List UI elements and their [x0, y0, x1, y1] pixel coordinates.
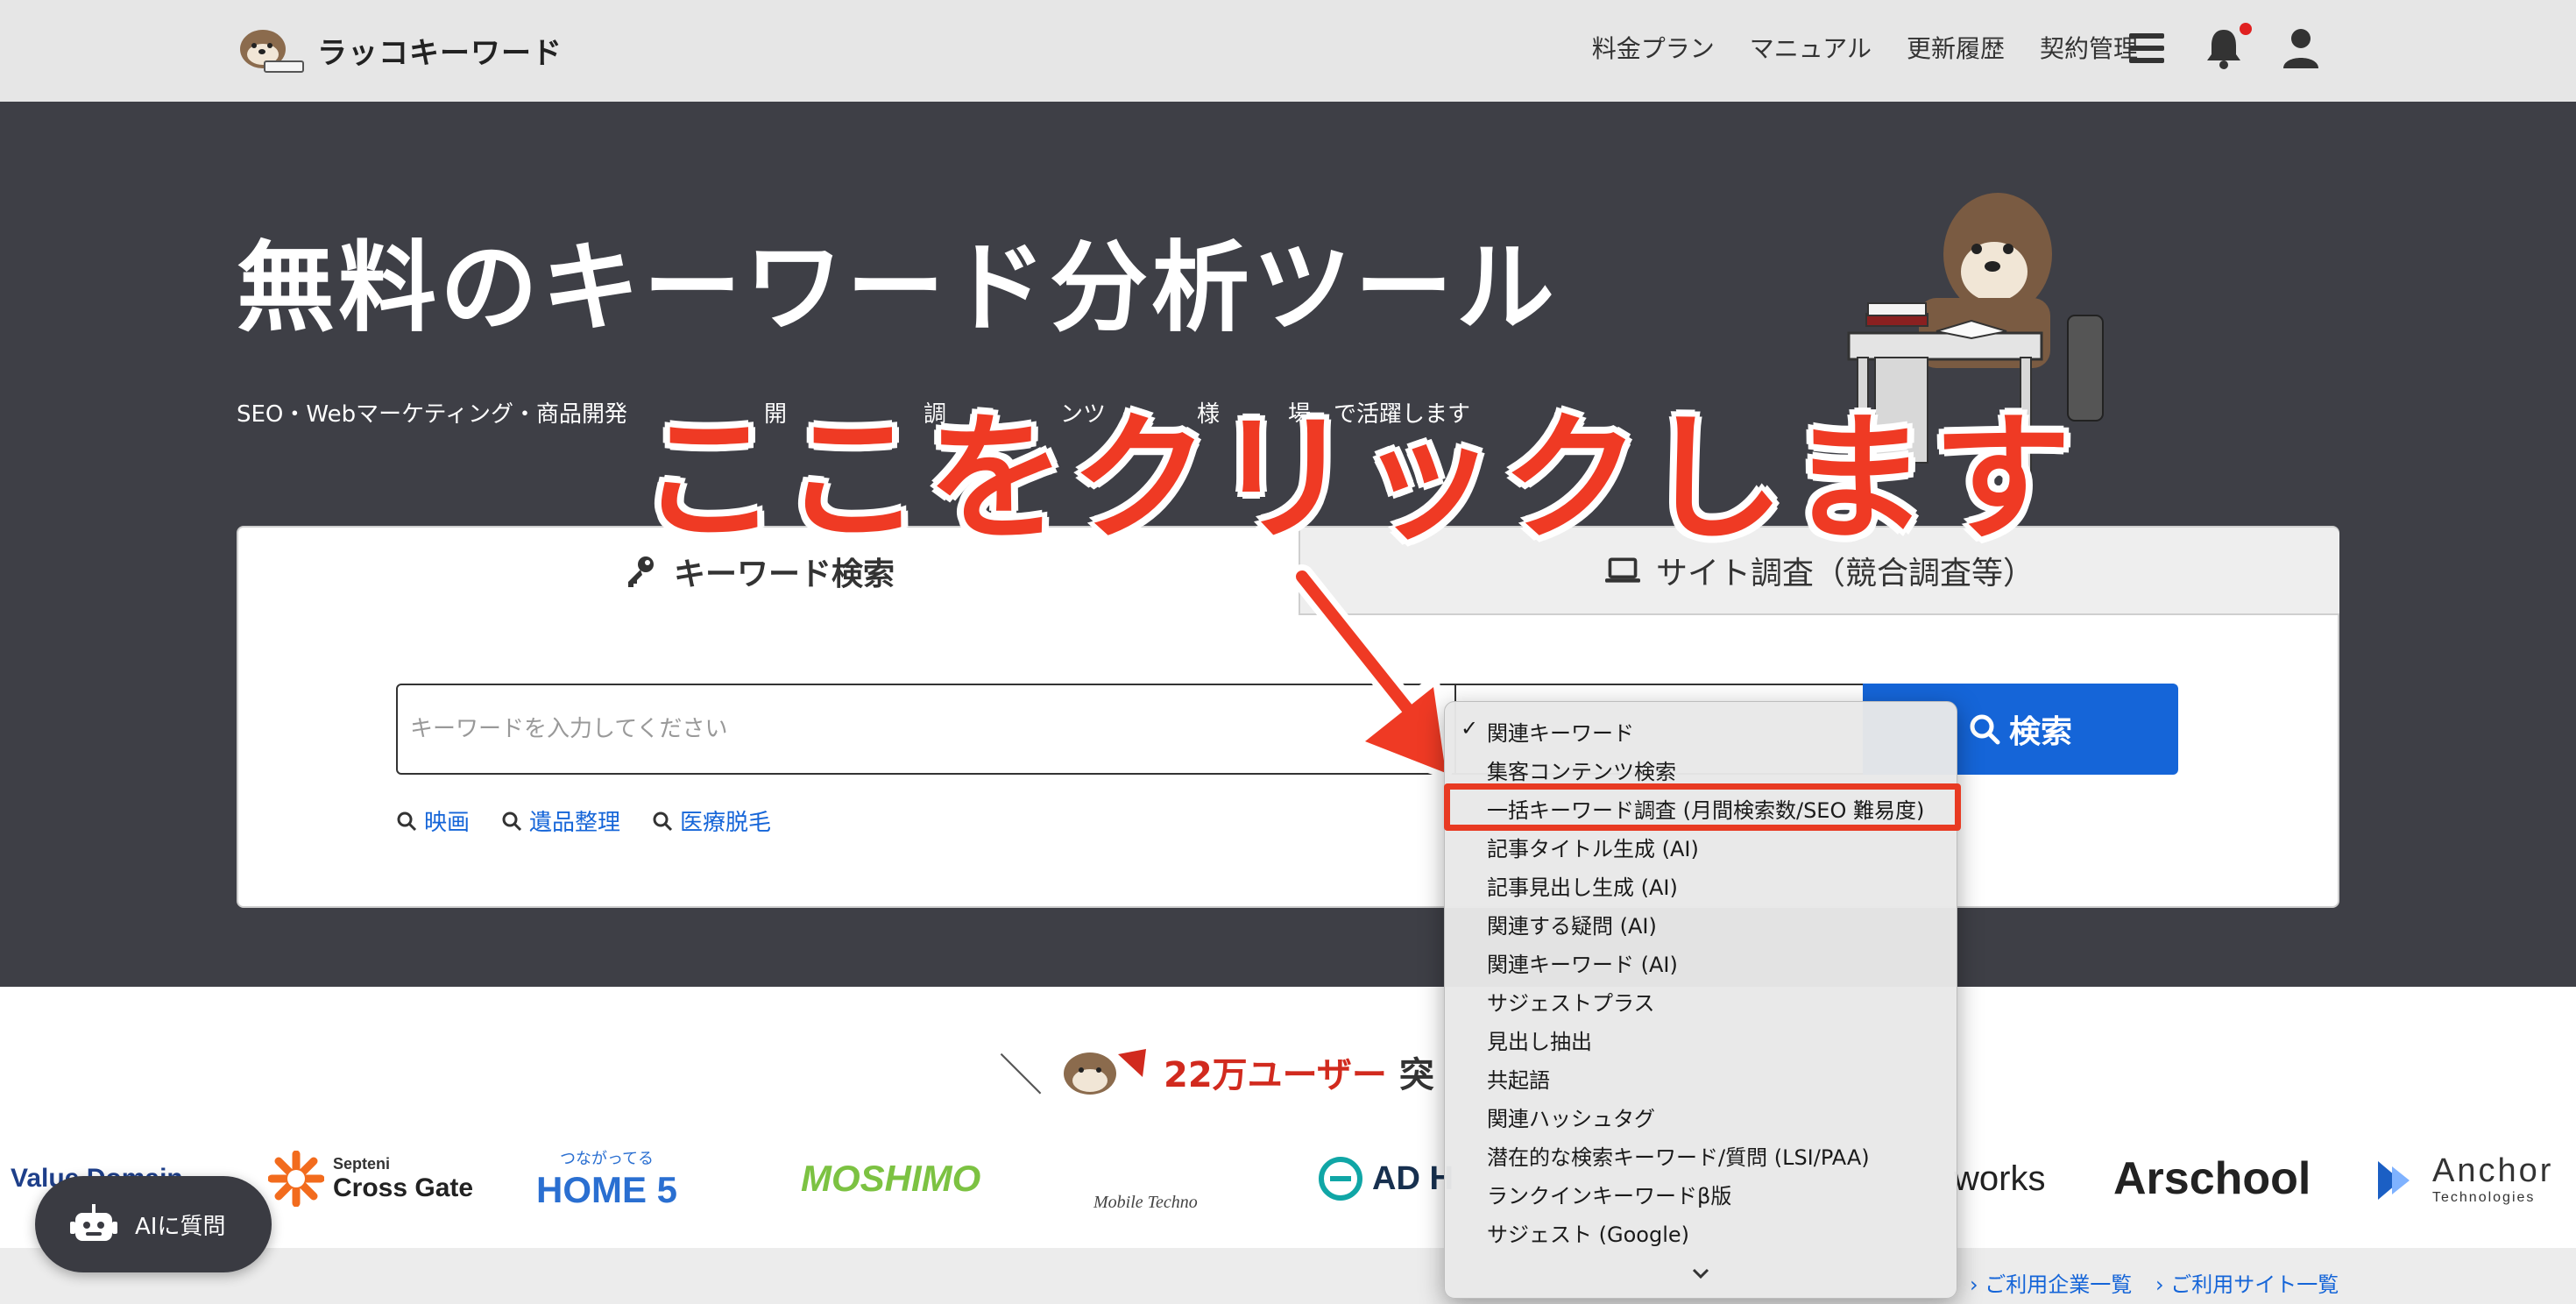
nav-pricing[interactable]: 料金プラン [1592, 30, 1715, 65]
top-nav: 料金プラン マニュアル 更新履歴 契約管理 [1592, 30, 2138, 65]
hamburger-menu-icon[interactable] [2129, 33, 2164, 65]
company-logo: works [1954, 1130, 2045, 1227]
company-logo: MOSHIMO [801, 1130, 980, 1227]
company-subname: Technologies [2432, 1189, 2536, 1205]
dropdown-option[interactable]: サジェスト (Google) [1487, 1217, 1689, 1248]
septeni-mark-icon [268, 1151, 324, 1207]
nav-contract[interactable]: 契約管理 [2040, 30, 2138, 65]
user-count: 22万ユーザー [1164, 1055, 1387, 1095]
company-name: AD H [1372, 1159, 1454, 1197]
checkmark-icon: ✓ [1461, 716, 1479, 741]
company-name: Mobile Techno [1093, 1192, 1198, 1212]
company-logo: Mobile Techno [1093, 1130, 1198, 1227]
company-subname: Septeni [333, 1154, 391, 1173]
top-bar: ラッコキーワード 料金プラン マニュアル 更新履歴 契約管理 [0, 0, 2576, 102]
anchor-mark-icon [2378, 1161, 2410, 1200]
ai-question-label: AIに質問 [135, 1213, 226, 1240]
suggestion-link[interactable]: 医療脱毛 [652, 804, 771, 837]
dropdown-option[interactable]: 記事タイトル生成 (AI) [1487, 832, 1699, 862]
search-button-label: 検索 [2008, 714, 2072, 750]
company-name: Cross Gate [333, 1173, 474, 1202]
otter-mascot-icon [1064, 1049, 1146, 1095]
search-icon [653, 811, 673, 831]
keyword-suggestions: 映画 遺品整理 医療脱毛 [396, 804, 771, 837]
banner-slash: ＼ [999, 1050, 1043, 1101]
dropdown-option[interactable]: 集客コンテンツ検索 [1487, 755, 1676, 785]
company-name: Anchor [2432, 1152, 2554, 1189]
link-client-companies[interactable]: › ご利用企業一覧 [1970, 1267, 2132, 1298]
user-account-icon[interactable] [2282, 26, 2320, 70]
dropdown-option[interactable]: サジェストプラス [1487, 986, 1655, 1017]
dropdown-option[interactable]: 関連キーワード (AI) [1487, 947, 1678, 978]
suggestion-link[interactable]: 映画 [396, 804, 470, 837]
site-logo[interactable]: ラッコキーワード [233, 21, 563, 79]
dropdown-option[interactable]: 潜在的な検索キーワード/質問 (LSI/PAA) [1487, 1140, 1870, 1171]
dropdown-option[interactable]: 関連キーワード [1487, 716, 1634, 747]
suggestion-label: 医療脱毛 [680, 810, 772, 836]
link-client-sites-label: ご利用サイト一覧 [2170, 1272, 2339, 1297]
company-logo: Septeni Cross Gate [268, 1130, 473, 1227]
suggestion-label: 遺品整理 [529, 810, 621, 836]
company-logo: Anchor Technologies [2374, 1130, 2553, 1227]
company-name: works [1954, 1159, 2046, 1198]
notification-dot [2240, 23, 2252, 35]
nav-changelog[interactable]: 更新履歴 [1907, 30, 2005, 65]
search-icon [397, 811, 417, 831]
dropdown-option[interactable]: 関連ハッシュタグ [1487, 1102, 1655, 1132]
company-logo: Arschool [2113, 1130, 2311, 1227]
hero-title: 無料のキーワード分析ツール [237, 231, 1558, 345]
dropdown-option[interactable]: 関連する疑問 (AI) [1487, 909, 1657, 939]
company-logo: つながってる HOME 5 [536, 1130, 677, 1227]
company-name: HOME 5 [536, 1169, 678, 1210]
otter-mascot-icon [240, 30, 304, 73]
annotation-highlight-box [1444, 783, 1961, 831]
dropdown-option[interactable]: ランクインキーワードβ版 [1487, 1179, 1731, 1209]
dropdown-option[interactable]: 記事見出し生成 (AI) [1487, 870, 1678, 901]
logo-text: ラッコキーワード [317, 35, 563, 71]
company-logo: AD H [1318, 1130, 1454, 1227]
link-client-companies-label: ご利用企業一覧 [1985, 1272, 2133, 1297]
company-name: MOSHIMO [801, 1158, 981, 1199]
suggestion-label: 映画 [424, 810, 471, 836]
ai-question-button[interactable]: AIに質問 [35, 1176, 272, 1272]
search-icon [502, 811, 522, 831]
dropdown-option[interactable]: 共起語 [1487, 1063, 1550, 1094]
bell-icon[interactable] [2204, 26, 2243, 70]
company-name: Arschool [2113, 1153, 2311, 1204]
robot-icon [70, 1204, 117, 1241]
adh-mark-icon [1319, 1157, 1362, 1201]
dropdown-option[interactable]: 見出し抽出 [1487, 1024, 1592, 1055]
client-logo-strip: Value Domain Septeni Cross Gate つながってる H… [0, 1130, 2576, 1227]
link-client-sites[interactable]: › ご利用サイト一覧 [2155, 1267, 2339, 1298]
nav-manual[interactable]: マニュアル [1750, 30, 1872, 65]
annotation-callout: ここをクリックします [640, 399, 2077, 560]
suggestion-link[interactable]: 遺品整理 [501, 804, 620, 837]
company-subname: つながってる [559, 1150, 655, 1168]
search-icon [1970, 714, 2000, 745]
user-count-suffix: 突 [1398, 1055, 1434, 1095]
chevron-down-icon[interactable] [1687, 1263, 1715, 1286]
user-count-banner: ＼ 22万ユーザー 突 [999, 1041, 1434, 1102]
